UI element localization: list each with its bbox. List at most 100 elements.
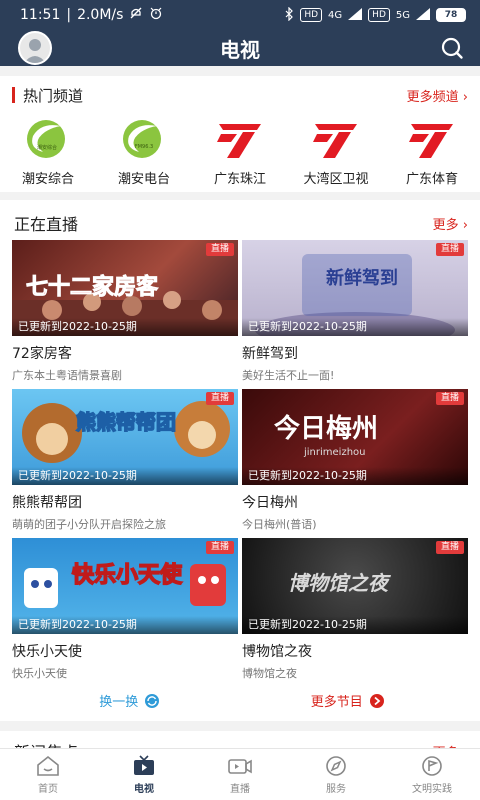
- status-left: 11:51 | 2.0M/s: [20, 6, 163, 24]
- hot-channels-label: 热门频道: [23, 86, 84, 105]
- live-footer: 换一换 更多节目: [0, 687, 480, 710]
- search-button[interactable]: [438, 34, 466, 62]
- program-thumbnail: 熊熊帮帮团 直播 已更新到2022-10-25期: [12, 389, 238, 485]
- program-grid: 七十二家房客 直播 已更新到2022-10-25期 72家房客 广东本土粤语情景…: [0, 240, 480, 687]
- program-card[interactable]: 快乐小天使 直播 已更新到2022-10-25期 快乐小天使 快乐小天使: [12, 538, 238, 687]
- update-text: 已更新到2022-10-25期: [242, 318, 468, 336]
- hd-badge-2: HD: [368, 8, 390, 22]
- program-thumbnail: 七十二家房客 直播 已更新到2022-10-25期: [12, 240, 238, 336]
- channel-item[interactable]: 大湾区卫视: [288, 118, 384, 187]
- gdtv-logo: [405, 118, 459, 160]
- nav-service[interactable]: 服务: [288, 749, 384, 800]
- channel-list: 潮安综合 潮安综合 FM96.3 潮安电台 广东珠江 大湾区卫视 广东体育: [0, 108, 480, 187]
- nav-tv[interactable]: 电视: [96, 749, 192, 800]
- nav-live[interactable]: 直播: [192, 749, 288, 800]
- live-more-label: 更多: [432, 217, 459, 233]
- program-card[interactable]: 今日梅州 jinrimeizhou 直播 已更新到2022-10-25期 今日梅…: [242, 389, 468, 538]
- app-header: 电视: [0, 30, 480, 66]
- bluetooth-icon: [284, 6, 294, 24]
- live-header: 正在直播 更多 ›: [0, 208, 480, 238]
- more-programs-button[interactable]: 更多节目: [311, 691, 385, 710]
- svg-text:FM96.3: FM96.3: [135, 144, 153, 150]
- channel-item[interactable]: 潮安综合 潮安综合: [0, 118, 96, 187]
- hd-badge-1: HD: [300, 8, 323, 22]
- refresh-button[interactable]: 换一换: [99, 691, 160, 710]
- nav-home[interactable]: 首页: [0, 749, 96, 800]
- more-channels-link[interactable]: 更多频道 ›: [407, 86, 468, 105]
- chevron-right-icon: ›: [462, 89, 468, 105]
- live-title: 正在直播: [14, 215, 79, 234]
- program-thumbnail: 博物馆之夜 直播 已更新到2022-10-25期: [242, 538, 468, 634]
- channel-name: 大湾区卫视: [303, 172, 369, 187]
- program-subtitle: 博物馆之夜: [242, 667, 297, 680]
- avatar[interactable]: [18, 31, 52, 65]
- more-channels-label: 更多频道: [406, 89, 459, 105]
- svg-text:新鲜驾到: 新鲜驾到: [326, 267, 398, 289]
- bottom-nav: 首页 电视 直播 服务 文明实践: [0, 748, 480, 800]
- home-icon: [37, 755, 59, 776]
- program-title: 熊熊帮帮团: [12, 495, 82, 511]
- svg-text:今日梅州: 今日梅州: [274, 413, 378, 444]
- signal-icon-2: [416, 7, 430, 23]
- section-marker: [12, 87, 15, 103]
- program-title: 快乐小天使: [12, 644, 82, 660]
- page-title: 电视: [220, 37, 260, 62]
- status-right: HD 4G HD 5G 78: [284, 6, 466, 24]
- hot-channels-header: 热门频道 更多频道 ›: [0, 82, 480, 108]
- flag-badge-icon: [422, 755, 442, 776]
- update-text: 已更新到2022-10-25期: [12, 318, 238, 336]
- channel-name: 广东体育: [405, 172, 458, 187]
- program-title: 今日梅州: [242, 495, 298, 511]
- live-badge: 直播: [435, 392, 464, 405]
- program-title: 博物馆之夜: [242, 644, 312, 660]
- program-card[interactable]: 新鲜驾到 直播 已更新到2022-10-25期 新鲜驾到 美好生活不止一面!: [242, 240, 468, 389]
- program-subtitle: 萌萌的团子小分队开启探险之旅: [12, 518, 166, 531]
- channel-item[interactable]: FM96.3 潮安电台: [96, 118, 192, 187]
- compass-icon: [326, 755, 346, 776]
- live-section: 正在直播 更多 › 七十二家房客 直播 已更新到2022-10-25期 72家房…: [0, 200, 480, 721]
- program-subtitle: 美好生活不止一面!: [242, 369, 335, 382]
- channel-item[interactable]: 广东体育: [384, 118, 480, 187]
- program-title: 新鲜驾到: [242, 346, 298, 362]
- program-card[interactable]: 博物馆之夜 直播 已更新到2022-10-25期 博物馆之夜 博物馆之夜: [242, 538, 468, 687]
- svg-text:潮安综合: 潮安综合: [37, 144, 57, 151]
- user-avatar-icon: [24, 39, 46, 63]
- nav-civilization[interactable]: 文明实践: [384, 749, 480, 800]
- hot-channels-title: 热门频道: [12, 85, 83, 106]
- chaoan-logo: FM96.3: [117, 118, 171, 160]
- gdtv-logo: [213, 118, 267, 160]
- nav-label: 服务: [326, 783, 346, 795]
- program-subtitle: 快乐小天使: [12, 667, 67, 680]
- live-more-link[interactable]: 更多 ›: [433, 214, 468, 233]
- channel-item[interactable]: 广东珠江: [192, 118, 288, 187]
- program-thumbnail: 今日梅州 jinrimeizhou 直播 已更新到2022-10-25期: [242, 389, 468, 485]
- battery-icon: 78: [436, 8, 466, 22]
- program-thumbnail: 快乐小天使 直播 已更新到2022-10-25期: [12, 538, 238, 634]
- update-text: 已更新到2022-10-25期: [12, 616, 238, 634]
- program-title: 72家房客: [12, 346, 72, 362]
- network-2: 5G: [395, 9, 410, 21]
- hot-channels-section: 热门频道 更多频道 › 潮安综合 潮安综合 FM96.3 潮安电台 广东珠江 大…: [0, 76, 480, 192]
- channel-name: 广东珠江: [213, 172, 266, 187]
- chevron-right-icon: ›: [462, 217, 468, 233]
- nav-label: 电视: [134, 783, 154, 795]
- update-text: 已更新到2022-10-25期: [12, 467, 238, 485]
- program-card[interactable]: 熊熊帮帮团 直播 已更新到2022-10-25期 熊熊帮帮团 萌萌的团子小分队开…: [12, 389, 238, 538]
- status-divider: |: [66, 7, 72, 23]
- live-badge: 直播: [435, 541, 464, 554]
- live-camera-icon: [228, 758, 252, 774]
- refresh-icon: [145, 693, 160, 708]
- nav-label: 文明实践: [412, 783, 452, 795]
- more-programs-label: 更多节目: [310, 695, 363, 710]
- chaoan-logo: 潮安综合: [21, 118, 75, 160]
- refresh-label: 换一换: [99, 695, 139, 710]
- live-badge: 直播: [205, 541, 234, 554]
- gdtv-logo: [309, 118, 363, 160]
- program-card[interactable]: 七十二家房客 直播 已更新到2022-10-25期 72家房客 广东本土粤语情景…: [12, 240, 238, 389]
- program-subtitle: 今日梅州(普语): [242, 518, 317, 531]
- program-subtitle: 广东本土粤语情景喜剧: [12, 369, 122, 382]
- update-text: 已更新到2022-10-25期: [242, 616, 468, 634]
- network-1: 4G: [328, 9, 343, 21]
- program-thumbnail: 新鲜驾到 直播 已更新到2022-10-25期: [242, 240, 468, 336]
- channel-name: 潮安电台: [117, 172, 170, 187]
